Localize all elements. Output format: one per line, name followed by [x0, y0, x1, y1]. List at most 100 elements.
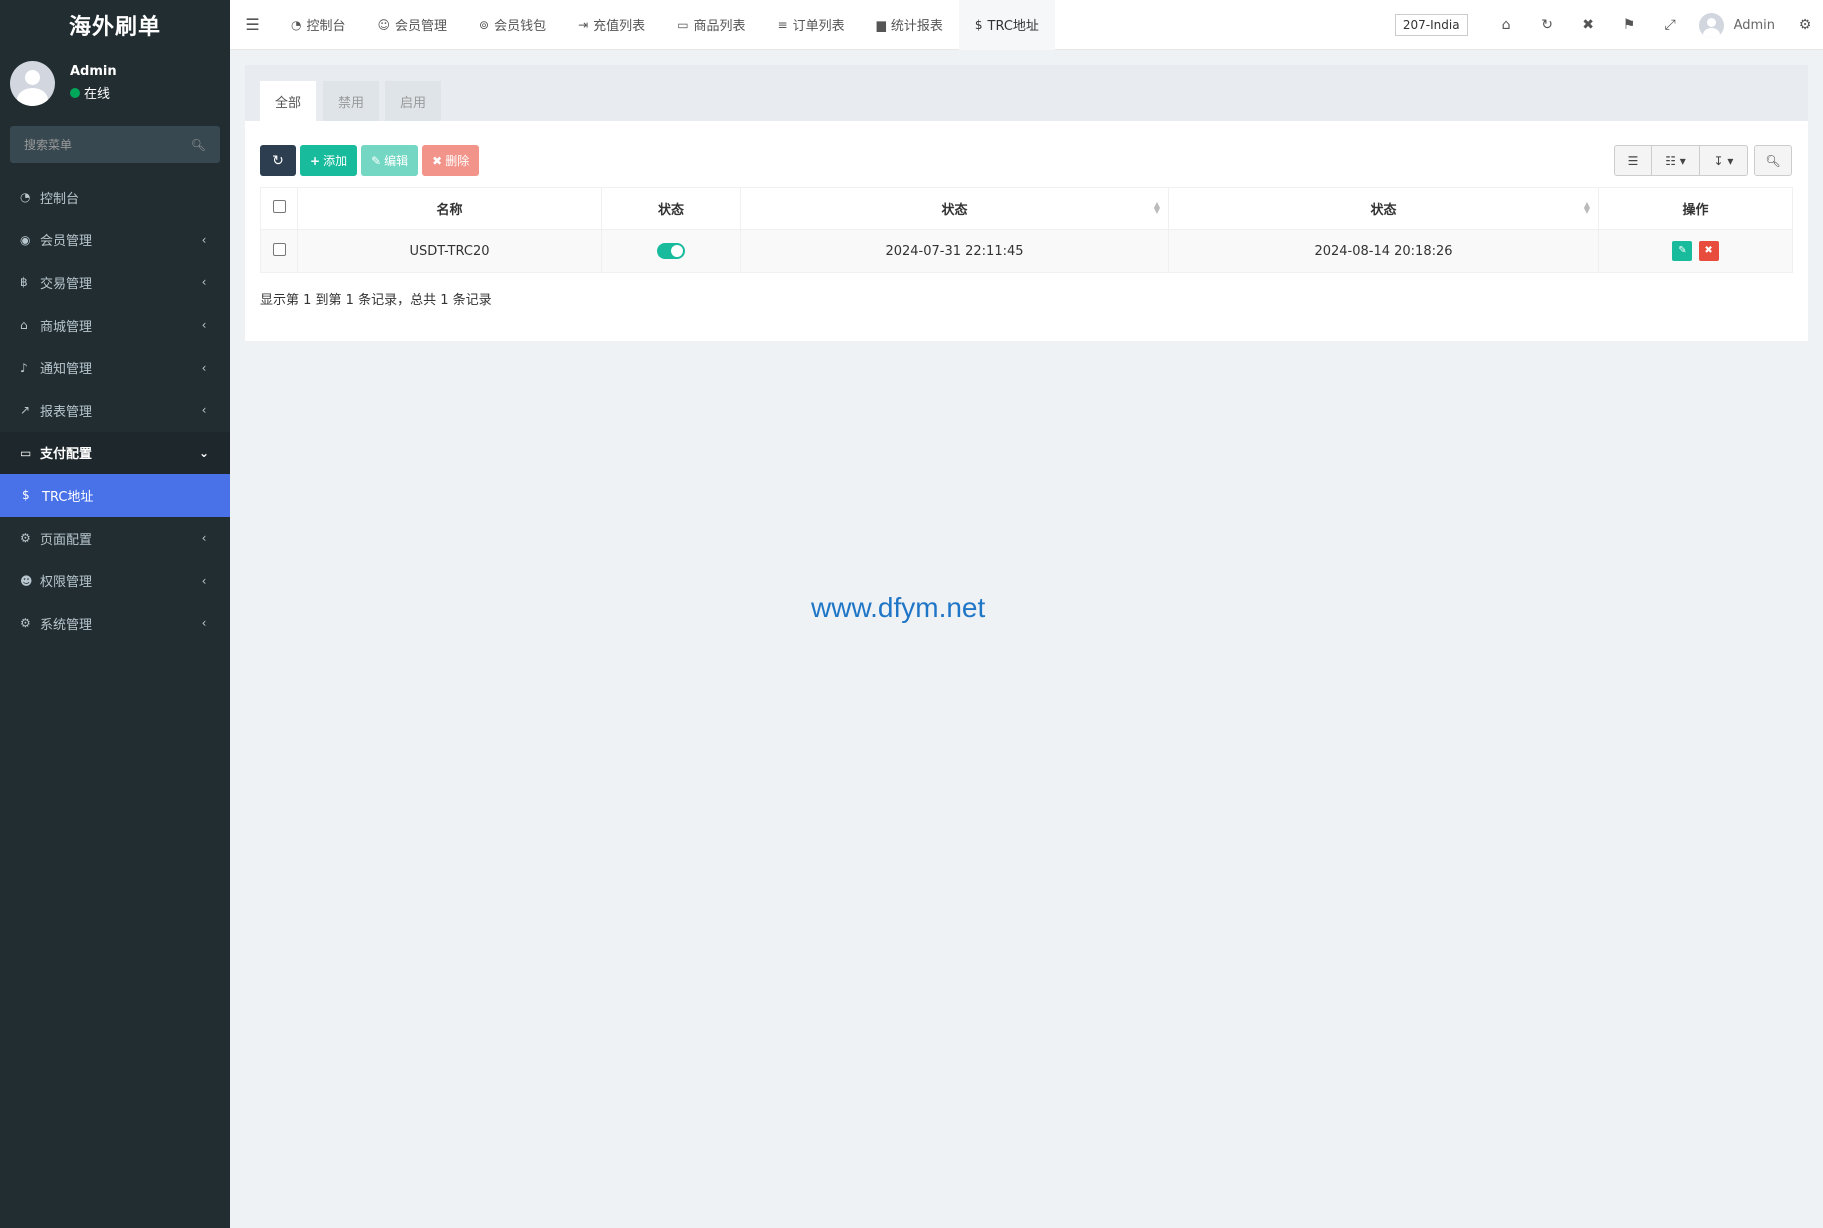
add-label: 添加 — [323, 154, 348, 168]
toggle-view-button[interactable]: ☰ — [1614, 145, 1652, 176]
tab-stats-report[interactable]: ▆ 统计报表 — [861, 0, 959, 50]
fullscreen-icon[interactable]: ⤢ — [1650, 17, 1691, 33]
tab-label: 商品列表 — [693, 19, 746, 34]
bar-chart-icon: ▆ — [876, 17, 886, 32]
row-delete-button[interactable]: ✖ — [1698, 241, 1719, 261]
sidebar-item-reports[interactable]: ↗ 报表管理 ‹ — [0, 389, 230, 432]
translate-icon[interactable]: ⚑ — [1609, 17, 1650, 33]
table-header-row: 名称 状态 状态 ▲ ▼ 状态 ▲ ▼ 操作 — [260, 187, 1793, 230]
row-edit-button[interactable]: ✎ — [1672, 241, 1693, 261]
home-icon: ⌂ — [20, 318, 28, 333]
sidebar-item-dashboard[interactable]: ◔ 控制台 — [0, 176, 230, 219]
top-navbar: ☰ ◔ 控制台 ☺ 会员管理 ⊚ 会员钱包 ⇥ 充值列表 ▭ 商品列表 ≡ 订单… — [230, 0, 1823, 50]
user-status: 在线 — [70, 83, 117, 102]
cell-name: USDT-TRC20 — [297, 229, 602, 273]
export-icon: ↧ ▾ — [1713, 153, 1734, 168]
tab-label: 统计报表 — [890, 19, 943, 34]
menu-search: 🔍︎ — [10, 126, 220, 163]
cogs-icon[interactable]: ⚙︎ — [1787, 17, 1823, 33]
credit-card-icon: ▭ — [20, 445, 32, 460]
sidebar-item-permissions[interactable]: ☻ 权限管理 ‹ — [0, 559, 230, 602]
user-panel: Admin 在线 — [0, 50, 230, 116]
pagination-info: 显示第 1 到第 1 条记录，总共 1 条记录 — [260, 293, 492, 308]
tab-dashboard[interactable]: ◔ 控制台 — [275, 0, 362, 50]
tab-label: 充值列表 — [593, 19, 646, 34]
dollar-icon: $ — [974, 17, 983, 32]
trash-icon[interactable]: ✖ — [1568, 17, 1609, 33]
sidebar-item-system[interactable]: ⚙︎ 系统管理 ‹ — [0, 602, 230, 645]
status-tabs: 全部 禁用 启用 — [245, 65, 1808, 121]
tab-recharge-list[interactable]: ⇥ 充值列表 — [562, 0, 661, 50]
column-header-status[interactable]: 状态 — [601, 187, 741, 230]
tab-label: 订单列表 — [792, 19, 845, 34]
sidebar-item-notice[interactable]: ♪ 通知管理 ‹ — [0, 346, 230, 389]
sidebar-item-trade[interactable]: ฿ 交易管理 ‹ — [0, 261, 230, 304]
add-button[interactable]: + 添加 — [300, 145, 358, 176]
column-header-created[interactable]: 状态 ▲ ▼ — [740, 187, 1169, 230]
user-icon: ☺ — [377, 17, 391, 32]
sort-icon: ▲ ▼ — [1153, 200, 1160, 215]
tab-member-wallet[interactable]: ⊚ 会员钱包 — [463, 0, 562, 50]
nav-username: Admin — [1733, 17, 1775, 33]
columns-button[interactable]: ☷ ▾ — [1652, 145, 1700, 176]
watermark-text: www.dfym.net — [811, 592, 986, 623]
app-logo[interactable]: 海外刷单 — [0, 0, 230, 50]
select-all-checkbox[interactable] — [272, 200, 286, 213]
site-badge[interactable]: 207-India — [1394, 14, 1468, 36]
refresh-icon[interactable]: ↻ — [1527, 17, 1568, 33]
line-chart-icon: ↗ — [20, 403, 31, 418]
dashboard-icon: ◔ — [20, 190, 31, 205]
sort-icon: ▲ ▼ — [1583, 200, 1590, 215]
sidebar-item-label: 交易管理 — [40, 276, 93, 292]
sidebar-item-label: 报表管理 — [40, 404, 93, 420]
sidebar-item-label: 权限管理 — [40, 575, 93, 591]
export-button[interactable]: ↧ ▾ — [1700, 145, 1748, 176]
avatar — [10, 60, 55, 106]
tab-disabled[interactable]: 禁用 — [323, 81, 380, 121]
tab-enabled[interactable]: 启用 — [385, 81, 442, 121]
grid-icon: ☷ ▾ — [1665, 153, 1686, 168]
menu-toggle-icon[interactable]: ☰ — [230, 15, 275, 34]
cell-created: 2024-07-31 22:11:45 — [740, 229, 1169, 273]
search-icon[interactable]: 🔍︎ — [191, 138, 206, 152]
tab-all[interactable]: 全部 — [260, 81, 317, 121]
chevron-left-icon: ‹ — [201, 318, 207, 333]
tab-product-list[interactable]: ▭ 商品列表 — [661, 0, 761, 50]
table-row[interactable]: USDT-TRC20 2024-07-31 22:11:45 2024-08-1… — [260, 229, 1793, 273]
sidebar-item-label: 页面配置 — [40, 532, 93, 548]
sidebar-item-payment[interactable]: ▭ 支付配置 ⌄ — [0, 431, 230, 475]
refresh-button[interactable]: ↻ — [260, 145, 296, 176]
list-icon: ≡ — [777, 17, 788, 32]
desktop-icon: ▭ — [677, 17, 689, 32]
menu-search-input[interactable] — [24, 137, 184, 152]
chevron-left-icon: ‹ — [201, 232, 207, 247]
tab-order-list[interactable]: ≡ 订单列表 — [762, 0, 861, 50]
column-header-actions: 操作 — [1598, 187, 1793, 230]
sidebar-item-label: 支付配置 — [40, 447, 93, 463]
edit-button[interactable]: ✎ 编辑 — [361, 145, 419, 176]
sidebar-item-label: TRC地址 — [42, 489, 94, 505]
user-status-label: 在线 — [84, 87, 111, 102]
sign-in-icon: ⇥ — [578, 17, 589, 32]
sidebar-item-label: 商城管理 — [40, 319, 93, 335]
tab-members[interactable]: ☺ 会员管理 — [362, 0, 464, 50]
row-checkbox[interactable] — [272, 242, 286, 256]
sidebar-item-trc-address[interactable]: $ TRC地址 — [0, 474, 230, 517]
user-name: Admin — [70, 64, 117, 79]
status-toggle[interactable] — [657, 243, 685, 259]
sidebar-item-page-config[interactable]: ⚙︎ 页面配置 ‹ — [0, 517, 230, 560]
wallet-icon: ⊚ — [479, 17, 490, 32]
tab-trc-address[interactable]: $ TRC地址 — [958, 0, 1055, 50]
column-header-name[interactable]: 名称 — [297, 187, 602, 230]
search-icon: 🔍︎ — [1765, 153, 1781, 168]
sidebar-item-label: 通知管理 — [40, 362, 93, 378]
chevron-left-icon: ‹ — [201, 360, 207, 375]
sidebar-item-mall[interactable]: ⌂ 商城管理 ‹ — [0, 304, 230, 347]
delete-button[interactable]: ✖ 删除 — [422, 145, 480, 176]
home-icon[interactable]: ⌂ — [1486, 17, 1527, 33]
column-header-updated[interactable]: 状态 ▲ ▼ — [1168, 187, 1599, 230]
chevron-left-icon: ‹ — [201, 531, 207, 546]
nav-user-menu[interactable]: Admin — [1698, 12, 1775, 38]
table-search-button[interactable]: 🔍︎ — [1754, 145, 1792, 176]
sidebar-item-members[interactable]: ◉ 会员管理 ‹ — [0, 219, 230, 262]
